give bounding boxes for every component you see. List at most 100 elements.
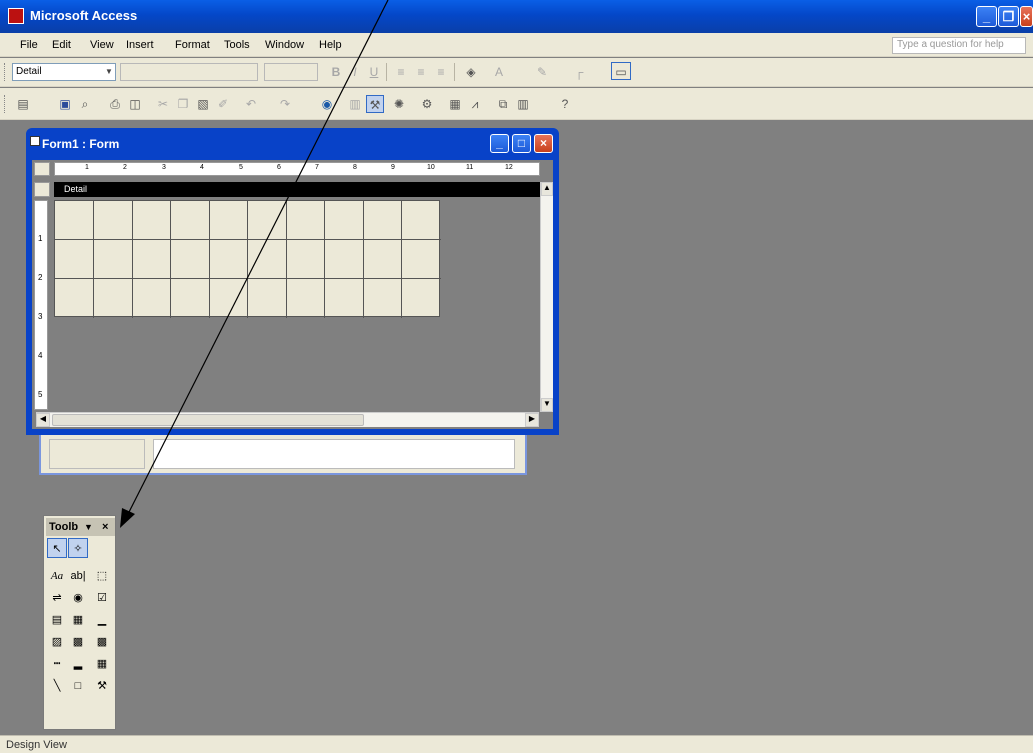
toolbox-close-icon[interactable]: × [102,518,108,536]
align-center-icon[interactable]: ≡ [412,63,430,81]
form-window[interactable]: Form1 : Form _ □ × 1 2 3 4 5 6 7 8 9 10 … [26,128,559,435]
select-objects-icon[interactable]: ↖ [47,538,67,558]
build-icon[interactable]: ⩘ [466,95,484,113]
database-window-icon[interactable]: ⧉ [494,95,512,113]
tab-control-icon[interactable]: ▂ [68,654,88,674]
toolbox-menu-icon[interactable]: ▼ [84,518,93,536]
subform-icon[interactable]: ▦ [92,654,112,674]
menu-view[interactable]: View [90,39,114,51]
combo-box-icon[interactable]: ▤ [47,610,67,630]
toggle-button-icon[interactable]: ⇌ [47,588,67,608]
vertical-ruler[interactable]: 1 2 3 4 5 [34,200,48,410]
separator [386,63,387,81]
line-icon[interactable]: ╲ [47,676,67,696]
hyperlink-icon[interactable]: ◉ [318,95,336,113]
form-minimize-button[interactable]: _ [490,134,509,153]
scroll-left-icon[interactable]: ◀ [36,413,50,427]
line-color-icon[interactable]: ✎ [533,63,551,81]
access-app-icon[interactable] [8,8,24,24]
bound-object-frame-icon[interactable]: ▩ [92,632,112,652]
menu-edit[interactable]: Edit [52,39,71,51]
option-group-icon[interactable]: ⬚ [92,566,112,586]
special-effect-icon[interactable]: ▭ [611,62,631,80]
status-bar: Design View [0,735,1033,753]
image-icon[interactable]: ▨ [47,632,67,652]
toolbar-grip[interactable] [4,95,7,113]
scroll-up-icon[interactable]: ▲ [541,182,553,196]
minimize-button[interactable]: _ [976,6,997,27]
control-wizards-icon[interactable]: ✧ [68,538,88,558]
fill-color-icon[interactable]: ◈ [462,63,480,81]
ruler-mark: 2 [123,164,127,171]
toolbar-grip[interactable] [4,63,7,81]
cut-icon[interactable]: ✂ [154,95,172,113]
menu-help[interactable]: Help [319,39,342,51]
detail-section-label: Detail [64,184,88,194]
field-list-icon[interactable]: ▥ [346,95,364,113]
restore-button[interactable]: ❐ [998,6,1019,27]
chevron-down-icon[interactable]: ▼ [103,64,115,80]
vruler-mark: 3 [38,312,43,321]
label-tool[interactable]: Aa [47,566,67,586]
page-break-icon[interactable]: ┅ [47,654,67,674]
undo-icon[interactable]: ↶ [242,95,260,113]
bold-button[interactable]: B [327,63,345,81]
textbox-tool[interactable]: ab| [68,566,88,586]
line-width-icon[interactable]: ┌ [570,63,588,81]
format-painter-icon[interactable]: ✐ [214,95,232,113]
underline-button[interactable]: U [365,63,383,81]
font-size-combo[interactable] [264,63,318,81]
vruler-mark: 5 [38,390,43,399]
autoformat-icon[interactable]: ✺ [390,95,408,113]
font-name-combo[interactable] [120,63,258,81]
object-combo[interactable]: Detail ▼ [12,63,116,81]
view-icon[interactable]: ▤ [14,95,32,113]
toolbox-toggle-icon[interactable]: ⚒ [366,95,384,113]
save-icon[interactable]: ▣ [56,95,74,113]
menu-file[interactable]: File [20,39,38,51]
menu-window[interactable]: Window [265,39,304,51]
vruler-mark: 4 [38,351,43,360]
menu-format[interactable]: Format [175,39,210,51]
toolbox-title-bar[interactable]: Toolb ▼ × [46,518,115,536]
align-left-icon[interactable]: ≡ [392,63,410,81]
redo-icon[interactable]: ↷ [276,95,294,113]
rectangle-icon[interactable]: □ [68,676,88,696]
menu-insert[interactable]: Insert [126,39,154,51]
font-color-button[interactable]: A [490,63,508,81]
copy-icon[interactable]: ❐ [174,95,192,113]
help-search-input[interactable]: Type a question for help [892,37,1026,54]
section-selector[interactable] [34,182,50,197]
more-controls-icon[interactable]: ⚒ [92,676,112,696]
form-close-button[interactable]: × [534,134,553,153]
form-selector[interactable] [34,162,50,176]
print-preview-icon[interactable]: ◫ [126,95,144,113]
detail-design-grid[interactable] [54,200,441,318]
vertical-scrollbar[interactable]: ▲ ▼ [540,182,553,412]
scroll-thumb[interactable] [52,414,364,426]
align-right-icon[interactable]: ≡ [432,63,450,81]
form-maximize-button[interactable]: □ [512,134,531,153]
properties-icon[interactable]: ▦ [446,95,464,113]
italic-button[interactable]: I [346,63,364,81]
option-button-icon[interactable]: ◉ [68,588,88,608]
file-search-icon[interactable]: ⌕ [76,95,94,113]
list-box-icon[interactable]: ▦ [68,610,88,630]
horizontal-ruler[interactable]: 1 2 3 4 5 6 7 8 9 10 11 12 [54,162,540,176]
close-button[interactable]: × [1020,6,1033,27]
code-icon[interactable]: ⚙ [418,95,436,113]
unbound-object-frame-icon[interactable]: ▩ [68,632,88,652]
horizontal-scrollbar[interactable]: ◀ ▶ [36,412,539,427]
detail-section-bar[interactable]: Detail [54,182,549,197]
print-icon[interactable]: ⎙ [106,95,124,113]
check-box-icon[interactable]: ☑ [92,588,112,608]
ruler-mark: 4 [200,164,204,171]
paste-icon[interactable]: ▧ [194,95,212,113]
scroll-down-icon[interactable]: ▼ [541,398,553,412]
toolbox-palette[interactable]: Toolb ▼ × ↖ ✧ Aa ab| ⬚ ⇌ ◉ ☑ ▤ ▦ ▁ ▨ ▩ ▩… [43,515,116,730]
command-button-icon[interactable]: ▁ [92,610,112,630]
menu-tools[interactable]: Tools [224,39,250,51]
help-icon[interactable]: ? [556,95,574,113]
new-object-icon[interactable]: ▥ [514,95,532,113]
scroll-right-icon[interactable]: ▶ [525,413,539,427]
